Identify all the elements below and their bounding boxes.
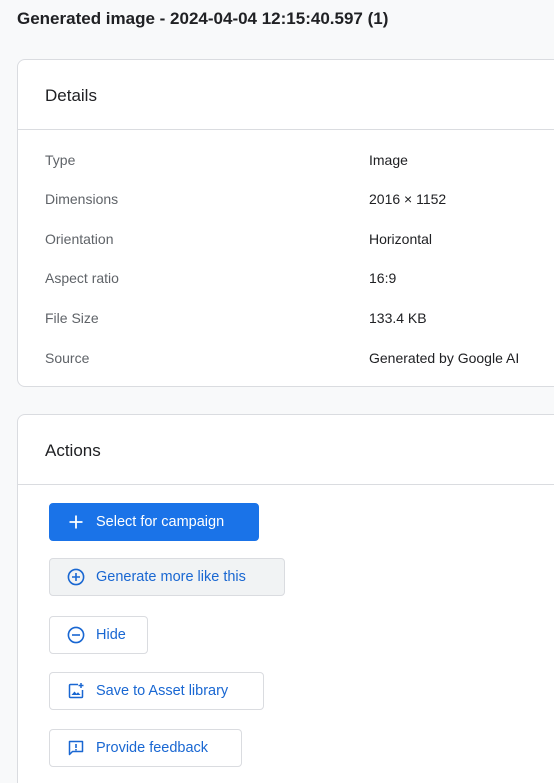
detail-value: 133.4 KB — [369, 310, 427, 326]
hide-label: Hide — [96, 627, 126, 643]
detail-row-dimensions: Dimensions 2016 × 1152 — [18, 188, 554, 210]
detail-label: Orientation — [45, 231, 114, 247]
plus-icon — [66, 512, 86, 532]
page-title: Generated image - 2024-04-04 12:15:40.59… — [17, 9, 389, 28]
generate-more-button[interactable]: Generate more like this — [49, 558, 285, 596]
detail-row-file-size: File Size 133.4 KB — [18, 307, 554, 329]
save-to-asset-library-button[interactable]: Save to Asset library — [49, 672, 264, 710]
remove-circle-icon — [66, 625, 86, 645]
detail-label: Source — [45, 350, 90, 366]
page: Generated image - 2024-04-04 12:15:40.59… — [0, 0, 554, 783]
select-for-campaign-label: Select for campaign — [96, 514, 225, 530]
feedback-icon — [66, 738, 86, 758]
actions-title: Actions — [45, 441, 101, 460]
detail-row-source: Source Generated by Google AI — [18, 347, 554, 369]
detail-label: Type — [45, 152, 76, 168]
detail-row-type: Type Image — [18, 149, 554, 171]
detail-value: Generated by Google AI — [369, 350, 520, 366]
generate-more-label: Generate more like this — [96, 569, 246, 585]
provide-feedback-button[interactable]: Provide feedback — [49, 729, 242, 767]
detail-value: 16:9 — [369, 270, 397, 286]
detail-label: File Size — [45, 310, 99, 326]
actions-header: Actions — [18, 415, 554, 485]
add-photo-icon — [66, 681, 86, 701]
details-header: Details — [18, 60, 554, 130]
select-for-campaign-button[interactable]: Select for campaign — [49, 503, 259, 541]
add-circle-icon — [66, 567, 86, 587]
detail-value: Horizontal — [369, 231, 433, 247]
detail-value: Image — [369, 152, 408, 168]
provide-feedback-label: Provide feedback — [96, 740, 209, 756]
detail-row-aspect-ratio: Aspect ratio 16:9 — [18, 267, 554, 289]
actions-card: Actions Select for campaign Generate mor… — [17, 414, 554, 783]
details-title: Details — [45, 86, 97, 105]
detail-row-orientation: Orientation Horizontal — [18, 228, 554, 250]
details-card: Details Type Image Dimensions 2016 × 115… — [17, 59, 554, 387]
save-to-asset-library-label: Save to Asset library — [96, 683, 229, 699]
detail-label: Dimensions — [45, 191, 119, 207]
detail-value: 2016 × 1152 — [369, 191, 447, 207]
hide-button[interactable]: Hide — [49, 616, 148, 654]
detail-label: Aspect ratio — [45, 270, 119, 286]
